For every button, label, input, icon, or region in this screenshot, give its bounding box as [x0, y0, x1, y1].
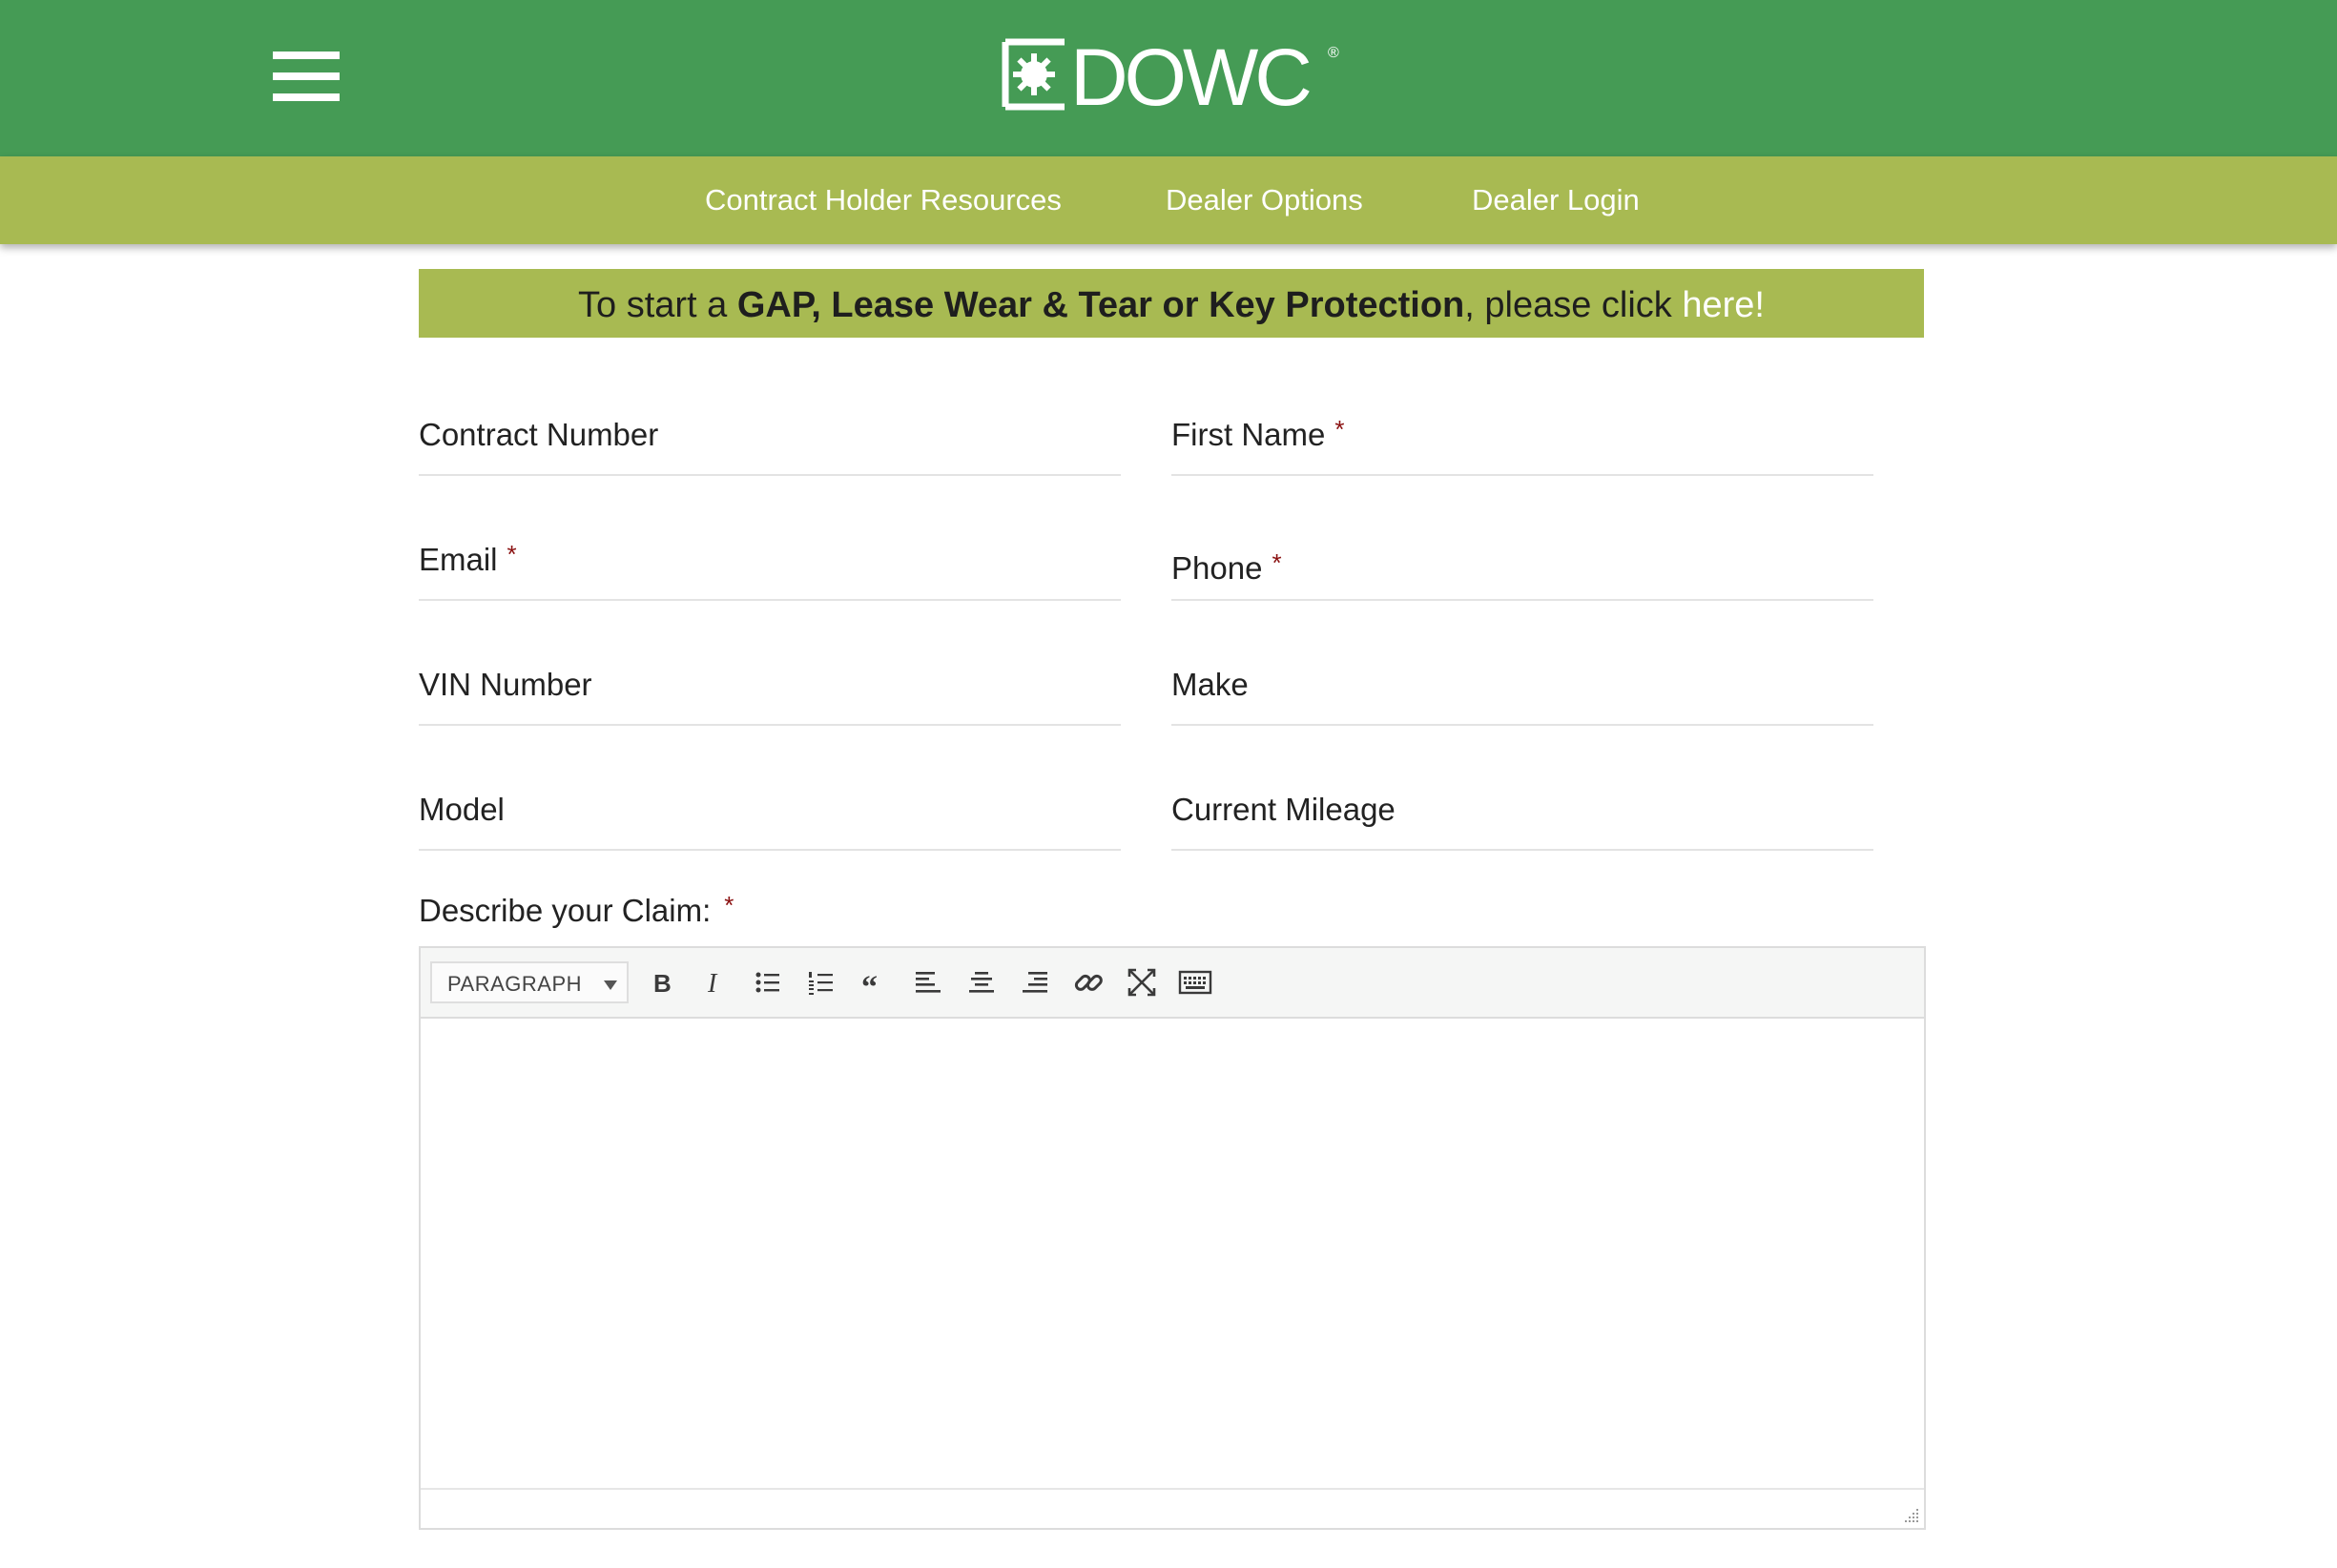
current-mileage-field[interactable]: Current Mileage [1171, 792, 1877, 851]
editor-toolbar: PARAGRAPH B I “ [421, 948, 1924, 1019]
make-input[interactable] [1171, 667, 1877, 726]
bold-icon[interactable]: B [644, 965, 678, 1000]
banner-here-link[interactable]: here! [1682, 285, 1765, 325]
claim-description-textarea[interactable] [421, 1019, 1924, 1488]
contract-number-field[interactable]: Contract Number [419, 417, 1125, 476]
paragraph-format-value: PARAGRAPH [447, 972, 583, 996]
contract-number-input[interactable] [419, 417, 1125, 476]
nav-contract-holder-resources[interactable]: Contract Holder Resources [705, 156, 1062, 244]
site-header: DOWC ® [0, 0, 2337, 156]
registered-mark: ® [1328, 45, 1339, 61]
phone-input[interactable] [1171, 542, 1877, 601]
banner-middle: , please click [1464, 285, 1683, 325]
vin-number-input[interactable] [419, 667, 1125, 726]
align-center-icon[interactable] [964, 965, 999, 1000]
svg-text:I: I [707, 969, 718, 999]
italic-icon[interactable]: I [697, 965, 732, 1000]
nav-dealer-options[interactable]: Dealer Options [1166, 156, 1363, 244]
keyboard-icon[interactable] [1178, 965, 1212, 1000]
resize-grip-icon[interactable] [1901, 1505, 1920, 1524]
email-input[interactable] [419, 542, 1125, 601]
numbered-list-icon[interactable] [804, 965, 838, 1000]
bullet-list-icon[interactable] [751, 965, 785, 1000]
first-name-input[interactable] [1171, 417, 1877, 476]
model-input[interactable] [419, 792, 1125, 851]
claim-description-label-wrap: Describe your Claim: * [419, 891, 734, 929]
align-right-icon[interactable] [1018, 965, 1052, 1000]
blockquote-icon[interactable]: “ [858, 965, 892, 1000]
claim-description-label: Describe your Claim: [419, 893, 712, 928]
sub-navigation: Contract Holder Resources Dealer Options… [0, 156, 2337, 244]
paragraph-format-select[interactable]: PARAGRAPH [430, 961, 629, 1003]
hamburger-menu-icon[interactable] [273, 52, 340, 101]
logo-text: DOWC [1070, 36, 1310, 113]
first-name-field[interactable]: First Name * [1171, 415, 1877, 476]
editor-statusbar [421, 1488, 1924, 1528]
svg-text:B: B [653, 969, 672, 998]
rich-text-editor: PARAGRAPH B I “ [419, 946, 1926, 1530]
claim-type-banner: To start a GAP, Lease Wear & Tear or Key… [419, 269, 1924, 338]
email-field[interactable]: Email * [419, 540, 1125, 601]
current-mileage-input[interactable] [1171, 792, 1877, 851]
nav-dealer-login[interactable]: Dealer Login [1472, 156, 1640, 244]
vin-number-field[interactable]: VIN Number [419, 667, 1125, 726]
chevron-down-icon [604, 980, 617, 990]
link-icon[interactable] [1071, 965, 1106, 1000]
banner-prefix: To start a [578, 285, 737, 325]
required-asterisk: * [724, 891, 734, 919]
dowc-logo[interactable]: DOWC ® [998, 32, 1351, 122]
align-left-icon[interactable] [911, 965, 945, 1000]
phone-field[interactable]: Phone * [1171, 542, 1877, 601]
model-field[interactable]: Model [419, 792, 1125, 851]
make-field[interactable]: Make [1171, 667, 1877, 726]
fullscreen-icon[interactable] [1125, 965, 1159, 1000]
banner-bold-text: GAP, Lease Wear & Tear or Key Protection [736, 285, 1465, 325]
svg-text:“: “ [861, 970, 878, 1000]
